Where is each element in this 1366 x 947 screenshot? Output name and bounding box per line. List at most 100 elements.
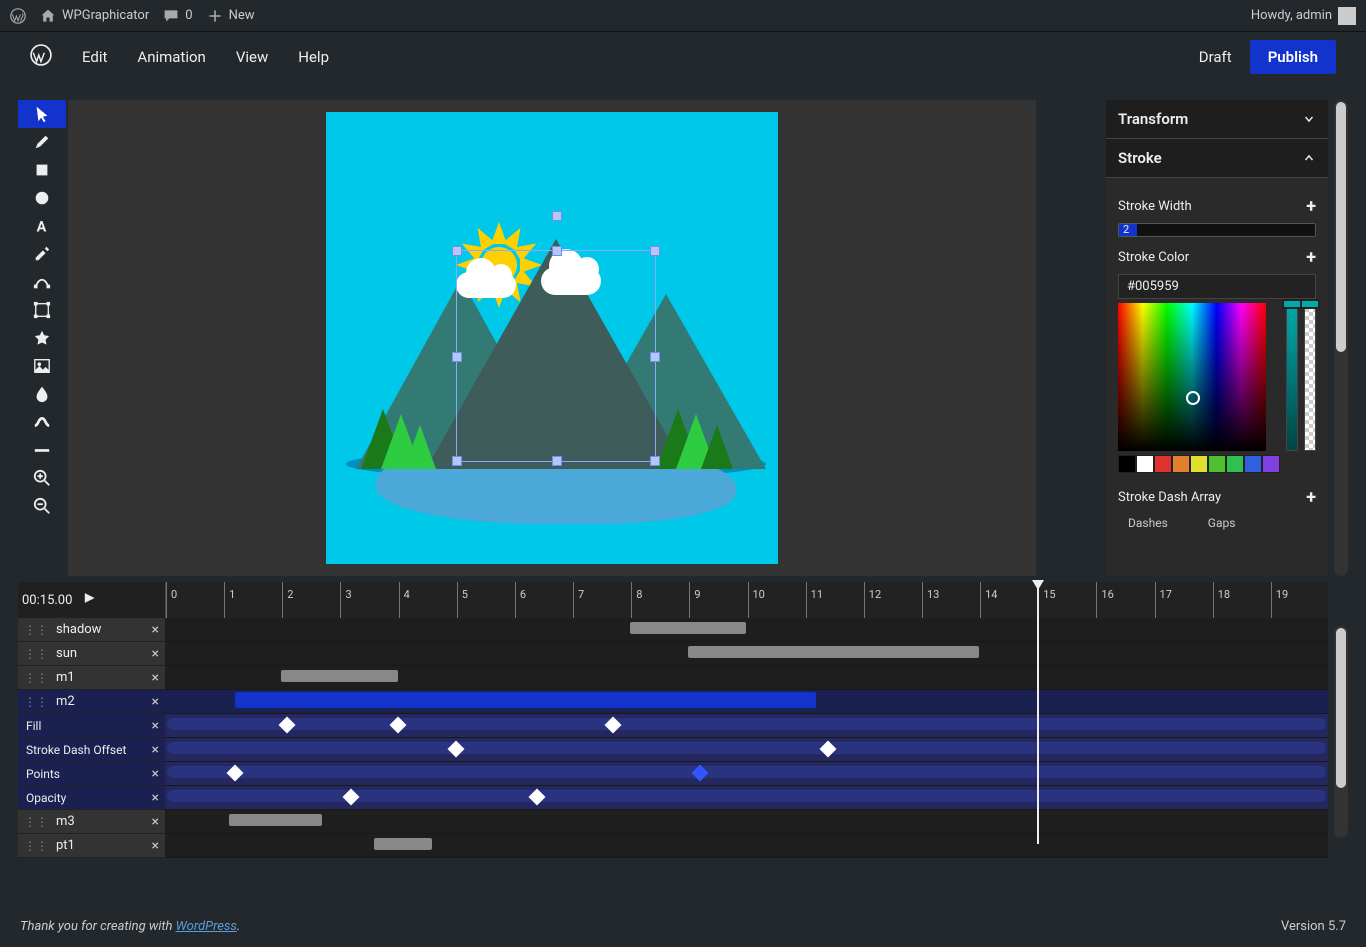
stroke-width-keyframe-button[interactable]: +	[1306, 196, 1316, 217]
close-icon[interactable]: ×	[152, 814, 159, 830]
timeline-track[interactable]	[165, 618, 1328, 642]
color-swatch[interactable]	[1172, 455, 1190, 473]
transform-panel-header[interactable]: Transform	[1106, 100, 1328, 139]
ellipse-tool[interactable]	[18, 184, 66, 212]
publish-button[interactable]: Publish	[1250, 40, 1336, 74]
hue-slider[interactable]	[1286, 303, 1298, 451]
image-tool[interactable]	[18, 352, 66, 380]
close-icon[interactable]: ×	[152, 766, 159, 782]
color-area[interactable]	[1118, 303, 1266, 451]
menu-animation[interactable]: Animation	[137, 48, 205, 66]
close-icon[interactable]: ×	[152, 742, 159, 758]
timeline-clip[interactable]	[281, 670, 397, 682]
footer-wordpress-link[interactable]: WordPress	[176, 919, 237, 934]
close-icon[interactable]: ×	[152, 670, 159, 686]
transform-tool[interactable]	[18, 296, 66, 324]
timeline-track[interactable]	[165, 810, 1328, 834]
howdy-link[interactable]: Howdy, admin	[1251, 7, 1356, 25]
menu-edit[interactable]: Edit	[82, 48, 107, 66]
timeline-layer-row[interactable]: ⋮⋮m2×	[18, 690, 1328, 714]
alpha-handle[interactable]	[1300, 299, 1320, 309]
timeline-track[interactable]	[165, 834, 1328, 858]
timeline-clip[interactable]	[374, 838, 432, 850]
canvas-area[interactable]	[68, 100, 1036, 576]
star-tool[interactable]	[18, 324, 66, 352]
play-button[interactable]	[82, 591, 96, 609]
right-scrollbar[interactable]	[1334, 100, 1348, 576]
select-tool[interactable]	[18, 100, 66, 128]
scrollbar-thumb[interactable]	[1336, 628, 1346, 788]
wp-logo-icon[interactable]	[10, 8, 26, 24]
close-icon[interactable]: ×	[152, 838, 159, 854]
menu-view[interactable]: View	[236, 48, 268, 66]
rect-tool[interactable]	[18, 156, 66, 184]
stroke-dash-keyframe-button[interactable]: +	[1306, 487, 1316, 508]
stroke-tool[interactable]	[18, 408, 66, 436]
stroke-color-keyframe-button[interactable]: +	[1306, 247, 1316, 268]
alpha-slider[interactable]	[1304, 303, 1316, 451]
color-swatch[interactable]	[1244, 455, 1262, 473]
canvas[interactable]	[326, 112, 778, 564]
color-cursor[interactable]	[1186, 391, 1200, 405]
timeline-track[interactable]	[165, 690, 1328, 714]
scrollbar-thumb[interactable]	[1336, 102, 1346, 352]
color-swatch[interactable]	[1262, 455, 1280, 473]
blur-tool[interactable]	[18, 380, 66, 408]
hue-handle[interactable]	[1282, 299, 1302, 309]
comments-link[interactable]: 0	[163, 8, 192, 24]
drag-grip-icon[interactable]: ⋮⋮	[24, 671, 48, 685]
site-link[interactable]: WPGraphicator	[40, 8, 149, 24]
timeline-clip[interactable]	[229, 814, 322, 826]
stroke-panel-header[interactable]: Stroke	[1106, 139, 1328, 178]
timeline-track[interactable]	[165, 786, 1328, 810]
close-icon[interactable]: ×	[152, 790, 159, 806]
stroke-width-slider[interactable]: 2	[1118, 223, 1316, 237]
zoom-in-tool[interactable]	[18, 464, 66, 492]
drag-grip-icon[interactable]: ⋮⋮	[24, 815, 48, 829]
drag-grip-icon[interactable]: ⋮⋮	[24, 695, 48, 709]
new-link[interactable]: New	[207, 8, 255, 24]
stroke-color-value[interactable]: #005959	[1118, 274, 1316, 299]
zoom-out-tool[interactable]	[18, 492, 66, 520]
close-icon[interactable]: ×	[152, 718, 159, 734]
path-tool[interactable]	[18, 268, 66, 296]
color-swatch[interactable]	[1154, 455, 1172, 473]
color-swatch[interactable]	[1136, 455, 1154, 473]
timeline-track[interactable]	[165, 714, 1328, 738]
timeline-layer-row[interactable]: ⋮⋮shadow×	[18, 618, 1328, 642]
color-swatch[interactable]	[1208, 455, 1226, 473]
color-picker[interactable]	[1118, 303, 1316, 473]
close-icon[interactable]: ×	[152, 646, 159, 662]
timeline-track[interactable]	[165, 738, 1328, 762]
timeline-track[interactable]	[165, 642, 1328, 666]
timeline-property-row[interactable]: Opacity×	[18, 786, 1328, 810]
color-swatch[interactable]	[1226, 455, 1244, 473]
selection-rotate-handle[interactable]	[552, 211, 562, 221]
drag-grip-icon[interactable]: ⋮⋮	[24, 839, 48, 853]
menu-help[interactable]: Help	[298, 48, 329, 66]
text-tool[interactable]: A	[18, 212, 66, 240]
timeline-scrollbar[interactable]	[1334, 626, 1348, 838]
timeline-property-row[interactable]: Points×	[18, 762, 1328, 786]
timeline-track[interactable]	[165, 666, 1328, 690]
timeline-property-row[interactable]: Stroke Dash Offset×	[18, 738, 1328, 762]
drag-grip-icon[interactable]: ⋮⋮	[24, 647, 48, 661]
draft-button[interactable]: Draft	[1199, 48, 1232, 66]
eyedropper-tool[interactable]	[18, 240, 66, 268]
timeline-clip[interactable]	[235, 692, 817, 708]
timeline-layer-row[interactable]: ⋮⋮pt1×	[18, 834, 1328, 858]
color-swatch[interactable]	[1190, 455, 1208, 473]
timeline-ruler[interactable]: 012345678910111213141516171819	[165, 582, 1328, 618]
timeline-layer-row[interactable]: ⋮⋮sun×	[18, 642, 1328, 666]
timeline-clip[interactable]	[688, 646, 979, 658]
timeline-track[interactable]	[165, 762, 1328, 786]
timeline-property-row[interactable]: Fill×	[18, 714, 1328, 738]
drag-grip-icon[interactable]: ⋮⋮	[24, 623, 48, 637]
app-logo-icon[interactable]	[30, 44, 52, 70]
timeline-layer-row[interactable]: ⋮⋮m1×	[18, 666, 1328, 690]
line-tool[interactable]	[18, 436, 66, 464]
timeline-clip[interactable]	[630, 622, 746, 634]
close-icon[interactable]: ×	[152, 622, 159, 638]
color-swatch[interactable]	[1118, 455, 1136, 473]
playhead[interactable]	[1037, 582, 1039, 844]
